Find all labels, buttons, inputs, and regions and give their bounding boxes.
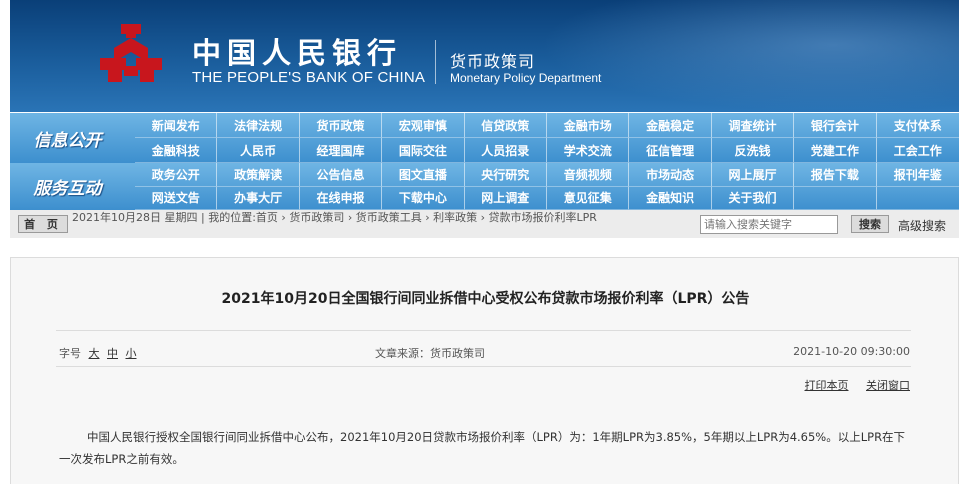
article-body: 中国人民银行授权全国银行间同业拆借中心公布，2021年10月20日贷款市场报价利… xyxy=(59,430,906,466)
nav-item-service-7[interactable]: 网上展厅 xyxy=(711,163,795,187)
current-date: 2021年10月28日 星期四 xyxy=(72,211,198,224)
nav-item-info-6[interactable]: 金融稳定 xyxy=(629,113,712,138)
nav-item-service-4[interactable]: 央行研究 xyxy=(464,163,547,187)
nav-item-info-5[interactable]: 金融市场 xyxy=(547,113,630,138)
nav-item-info-3[interactable]: 宏观审慎 xyxy=(382,113,465,138)
banner-divider xyxy=(435,40,436,84)
crumb-lpr[interactable]: 贷款市场报价利率LPR xyxy=(489,211,597,224)
meta-divider xyxy=(56,366,911,367)
font-size-medium[interactable]: 中 xyxy=(107,347,118,360)
nav-info-public: 信息公开 新闻发布 法律法规 货币政策 宏观审慎 信贷政策 金融市场 金融稳定 调查统计 银行会… xyxy=(10,113,959,163)
nav-item-service-18 xyxy=(794,186,877,210)
crumb-sep: › xyxy=(347,211,356,224)
title-divider xyxy=(56,330,911,331)
crumb-dept[interactable]: 货币政策司 xyxy=(289,211,344,224)
nav-item-service-8[interactable]: 报告下载 xyxy=(794,163,877,187)
nav-section-title-service: 服务互动 xyxy=(33,179,102,199)
nav-item-info-13[interactable]: 国际交往 xyxy=(382,138,465,163)
article-date: 2021-10-20 09:30:00 xyxy=(793,345,910,358)
article-source: 文章来源：货币政策司 xyxy=(375,347,485,360)
header-banner: 中国人民银行 THE PEOPLE'S BANK OF CHINA 货币政策司 … xyxy=(10,0,959,112)
nav-section-title-info: 信息公开 xyxy=(33,130,102,151)
banner-shine xyxy=(539,0,959,112)
advanced-search-link[interactable]: 高级搜索 xyxy=(898,217,946,234)
nav-item-service-14[interactable]: 网上调查 xyxy=(464,186,547,210)
nav-grid-service: 政务公开 政策解读 公告信息 图文直播 央行研究 音频视频 市场动态 网上展厅 报告下载 报刊年鉴… xyxy=(135,163,959,210)
bank-name-cn: 中国人民银行 xyxy=(192,36,403,70)
nav-item-service-3[interactable]: 图文直播 xyxy=(382,163,465,187)
nav-item-service-16[interactable]: 金融知识 xyxy=(629,186,712,210)
nav-item-service-15[interactable]: 意见征集 xyxy=(547,186,630,210)
home-button[interactable]: 首 页 xyxy=(18,215,68,233)
font-size-small[interactable]: 小 xyxy=(126,347,137,360)
article-tools: 打印本页 关闭窗口 xyxy=(791,377,911,393)
nav-item-info-12[interactable]: 经理国库 xyxy=(299,138,383,163)
dept-name-cn: 货币政策司 xyxy=(450,52,536,71)
nav-item-info-17[interactable]: 反洗钱 xyxy=(711,138,795,163)
nav-item-info-1[interactable]: 法律法规 xyxy=(217,113,300,138)
nav-item-info-15[interactable]: 学术交流 xyxy=(547,138,630,163)
nav-item-info-4[interactable]: 信贷政策 xyxy=(464,113,547,138)
nav-item-info-7[interactable]: 调查统计 xyxy=(711,113,795,138)
crumb-rate-policy[interactable]: 利率政策 xyxy=(433,211,477,224)
crumb-sep: › xyxy=(480,211,489,224)
nav-item-info-10[interactable]: 金融科技 xyxy=(135,138,218,163)
pboc-logo-icon xyxy=(100,24,162,82)
font-size-label: 字号 xyxy=(59,347,81,360)
nav-item-service-10[interactable]: 网送文告 xyxy=(135,186,218,210)
breadcrumb-bar: 首 页 2021年10月28日 星期四 | 我的位置:首页 › 货币政策司 › … xyxy=(10,210,959,238)
nav-item-service-11[interactable]: 办事大厅 xyxy=(217,186,300,210)
nav-item-info-16[interactable]: 征信管理 xyxy=(629,138,712,163)
close-window-link[interactable]: 关闭窗口 xyxy=(866,379,910,392)
nav-item-info-18[interactable]: 党建工作 xyxy=(794,138,877,163)
nav-item-service-5[interactable]: 音频视频 xyxy=(547,163,630,187)
crumb-tools[interactable]: 货币政策工具 xyxy=(356,211,422,224)
nav-item-service-2[interactable]: 公告信息 xyxy=(299,163,383,187)
crumb-home[interactable]: 首页 xyxy=(256,211,278,224)
nav-item-service-13[interactable]: 下载中心 xyxy=(382,186,465,210)
article-title: 2021年10月20日全国银行间同业拆借中心受权公布贷款市场报价利率（LPR）公… xyxy=(221,291,750,307)
nav-item-service-12[interactable]: 在线申报 xyxy=(299,186,383,210)
bank-name-en: THE PEOPLE'S BANK OF CHINA xyxy=(192,69,426,86)
nav-item-info-9[interactable]: 支付体系 xyxy=(876,113,959,138)
font-size-control: 字号 大 中 小 xyxy=(59,345,137,361)
print-page-link[interactable]: 打印本页 xyxy=(805,379,849,392)
article-panel: 2021年10月20日全国银行间同业拆借中心受权公布贷款市场报价利率（LPR）公… xyxy=(10,257,959,484)
location-label: 我的位置: xyxy=(208,211,256,224)
nav-item-info-11[interactable]: 人民币 xyxy=(217,138,300,163)
nav-item-info-14[interactable]: 人员招录 xyxy=(464,138,547,163)
nav-item-service-19 xyxy=(876,187,959,210)
search-input[interactable] xyxy=(700,215,838,234)
nav-item-info-2[interactable]: 货币政策 xyxy=(299,113,383,138)
crumb-sep: › xyxy=(425,211,434,224)
nav-item-info-8[interactable]: 银行会计 xyxy=(794,113,877,138)
search-button[interactable]: 搜索 xyxy=(851,215,889,233)
dept-name-en: Monetary Policy Department xyxy=(450,71,602,85)
nav-service: 服务互动 政务公开 政策解读 公告信息 图文直播 央行研究 音频视频 市场动态 网上展厅 报告下… xyxy=(10,163,959,210)
nav-item-service-9[interactable]: 报刊年鉴 xyxy=(876,163,959,187)
nav-item-service-1[interactable]: 政策解读 xyxy=(217,163,300,187)
nav-item-info-19[interactable]: 工会工作 xyxy=(876,138,959,163)
nav-item-service-0[interactable]: 政务公开 xyxy=(135,163,218,187)
nav-item-service-6[interactable]: 市场动态 xyxy=(629,163,712,187)
nav-item-service-17[interactable]: 关于我们 xyxy=(711,186,795,210)
font-size-large[interactable]: 大 xyxy=(89,347,100,360)
breadcrumb: 2021年10月28日 星期四 | 我的位置:首页 › 货币政策司 › 货币政策… xyxy=(72,211,702,224)
nav-grid-info: 新闻发布 法律法规 货币政策 宏观审慎 信贷政策 金融市场 金融稳定 调查统计 银行会计 支付体系… xyxy=(135,113,959,163)
nav-item-info-0[interactable]: 新闻发布 xyxy=(135,113,218,138)
